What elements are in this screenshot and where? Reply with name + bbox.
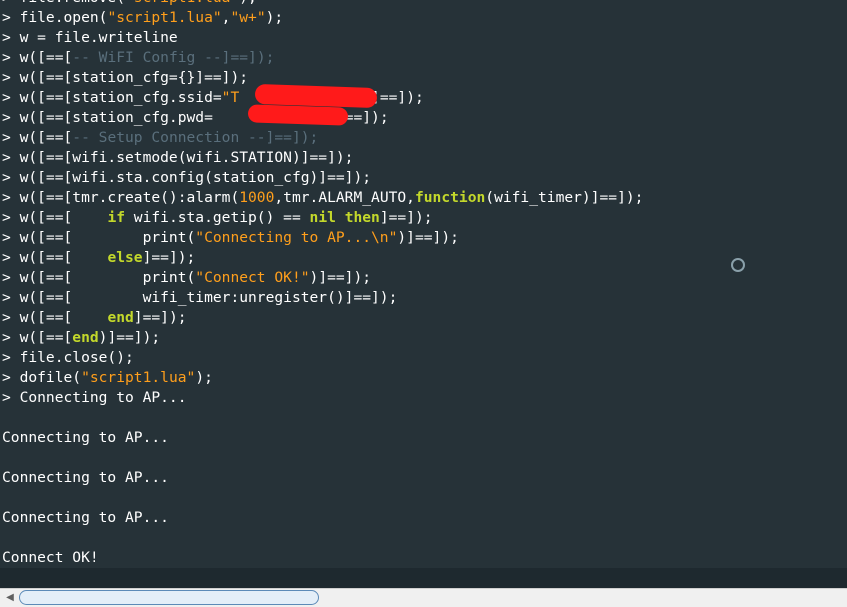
console-token: > file.open( xyxy=(2,9,108,26)
cursor-ring-icon xyxy=(731,258,745,272)
console-token: "script1.lua" xyxy=(125,0,239,6)
console-token: > file.remove( xyxy=(2,0,125,6)
console-token: > w([==[ xyxy=(2,129,73,146)
console-token: > w([==[station_cfg.ssid= xyxy=(2,89,222,106)
console-token: -- WiFI Config -- xyxy=(72,49,222,66)
console-token: Connect OK! xyxy=(2,549,99,566)
console-token: )]==]); xyxy=(309,269,372,286)
console-token: Connecting to AP... xyxy=(2,429,169,446)
console-line: Connecting to AP... xyxy=(2,428,643,448)
console-line: > file.remove("script1.lua"); xyxy=(2,0,643,8)
console-token: > w = file.writeline xyxy=(2,29,178,46)
console-token: Connecting to AP... xyxy=(2,469,169,486)
console-token: > w([==[ print( xyxy=(2,269,196,286)
console-token: > w([==[ xyxy=(2,309,108,326)
console-line: > w([==[ else]==]); xyxy=(2,248,643,268)
console-token: ); xyxy=(265,9,284,26)
console-token: > w([==[ xyxy=(2,49,73,66)
console-token: "script1.lua" xyxy=(81,369,196,386)
console-token: "Connect OK!" xyxy=(195,269,310,286)
scrollbar-thumb[interactable] xyxy=(19,590,319,605)
console-token: "Connecting to AP...\n" xyxy=(195,229,398,246)
console-token: > dofile( xyxy=(2,369,82,386)
console-token: )]==]); xyxy=(397,229,459,246)
console-token: > w([==[station_cfg.pwd= xyxy=(2,109,213,126)
console-token: ]==]); xyxy=(133,309,187,326)
console-token: else xyxy=(107,249,143,266)
horizontal-scrollbar[interactable]: ◀ xyxy=(0,588,847,607)
console-token: -- Setup Connection -- xyxy=(72,129,266,146)
console-line: > w([==[ if wifi.sta.getip() == nil then… xyxy=(2,208,643,228)
console-token: end xyxy=(72,329,99,346)
console-token: if xyxy=(107,209,126,226)
console-line: > w([==[wifi.sta.config(station_cfg)]==]… xyxy=(2,168,643,188)
console-line: Connecting to AP... xyxy=(2,468,643,488)
console-line: > w([==[station_cfg={}]==]); xyxy=(2,68,643,88)
console-token: ]==]); xyxy=(379,209,433,226)
console-token: Connecting to AP... xyxy=(2,509,169,526)
console-token: ]==]); xyxy=(265,129,319,146)
console-token: )]==]); xyxy=(98,329,161,346)
console-token: > w([==[ xyxy=(2,329,73,346)
console-token: wifi.sta.getip() == xyxy=(125,209,310,226)
console-token: "script1.lua" xyxy=(107,9,222,26)
redaction-mark-password xyxy=(247,104,349,126)
console-token: ); xyxy=(239,0,257,6)
console-line: > w = file.writeline xyxy=(2,28,643,48)
console-line: > w([==[-- WiFI Config --]==]); xyxy=(2,48,643,68)
console-line: Connect OK! xyxy=(2,548,643,568)
console-token: > w([==[station_cfg={}]==]); xyxy=(2,69,249,86)
console-token: > Connecting to AP... xyxy=(2,389,187,406)
console-line: > w([==[end)]==]); xyxy=(2,328,643,348)
console-line: > w([==[ end]==]); xyxy=(2,308,643,328)
console-token: > w([==[ wifi_timer:unregister()]==]); xyxy=(2,289,398,306)
console-output-area[interactable]: > file.remove("script1.lua");> file.open… xyxy=(0,0,847,568)
console-line: > w([==[-- Setup Connection --]==]); xyxy=(2,128,643,148)
console-token: > w([==[ xyxy=(2,209,108,226)
console-token: > w([==[ xyxy=(2,249,108,266)
console-token: > w([==[tmr.create():alarm( xyxy=(2,189,240,206)
console-line: > w([==[ print("Connecting to AP...\n")]… xyxy=(2,228,643,248)
console-token: ); xyxy=(195,369,213,386)
console-token: > w([==[wifi.setmode(wifi.STATION)]==]); xyxy=(2,149,354,166)
scroll-left-arrow-icon[interactable]: ◀ xyxy=(2,589,18,607)
console-token xyxy=(336,209,345,226)
console-lines: > file.remove("script1.lua");> file.open… xyxy=(2,0,643,568)
console-token: function xyxy=(414,189,486,206)
console-token: "T xyxy=(221,89,240,106)
console-line: Connecting to AP... xyxy=(2,508,643,528)
console-line: > file.close(); xyxy=(2,348,643,368)
console-token: > w([==[ print( xyxy=(2,229,196,246)
console-line: > file.open("script1.lua","w+"); xyxy=(2,8,643,28)
console-line: > w([==[wifi.setmode(wifi.STATION)]==]); xyxy=(2,148,643,168)
console-token: > file.close(); xyxy=(2,349,134,366)
console-line: > w([==[tmr.create():alarm(1000,tmr.ALAR… xyxy=(2,188,643,208)
console-input-band[interactable] xyxy=(0,568,847,588)
console-token: (wifi_timer)]==]); xyxy=(485,189,644,206)
console-token: nil xyxy=(309,209,336,226)
console-line: > w([==[ print("Connect OK!")]==]); xyxy=(2,268,643,288)
console-token: end xyxy=(107,309,134,326)
console-token: ]==]); xyxy=(371,89,424,106)
console-line: > Connecting to AP... xyxy=(2,388,643,408)
console-token: then xyxy=(344,209,380,226)
console-token: ]==]); xyxy=(142,249,196,266)
console-token: > w([==[wifi.sta.config(station_cfg)]==]… xyxy=(2,169,372,186)
console-token: 1000 xyxy=(239,189,275,206)
console-line: > w([==[ wifi_timer:unregister()]==]); xyxy=(2,288,643,308)
console-token: ]==]); xyxy=(221,49,275,66)
console-token: "w+" xyxy=(230,9,266,26)
console-token: ,tmr.ALARM_AUTO, xyxy=(274,189,415,206)
console-line: > dofile("script1.lua"); xyxy=(2,368,643,388)
